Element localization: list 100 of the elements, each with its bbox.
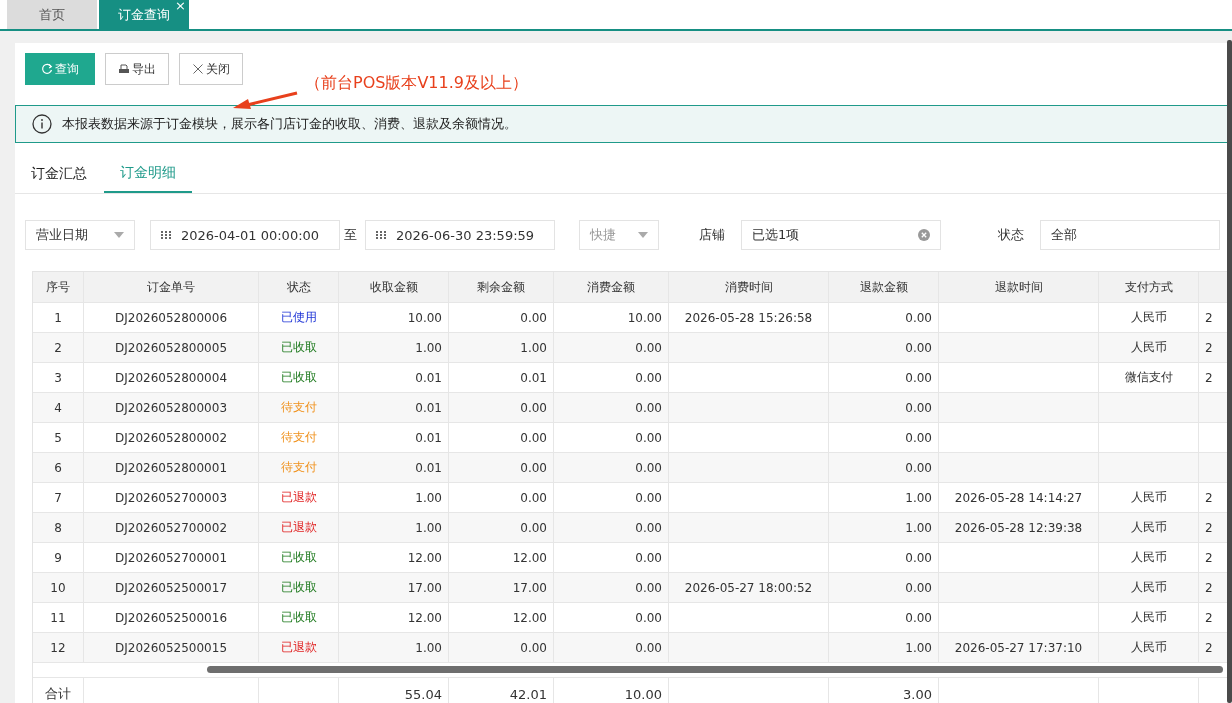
- annotation-arrow: [233, 91, 299, 111]
- export-button[interactable]: 导出: [105, 53, 169, 85]
- status-label: 状态: [998, 226, 1024, 244]
- close-icon: [192, 63, 204, 75]
- status-cell: 已收取: [259, 543, 339, 572]
- table-cell: 人民币: [1099, 543, 1199, 572]
- column-header: 退款金额: [829, 272, 939, 302]
- table-cell: DJ2026052800004: [84, 363, 259, 392]
- table-cell: 12.00: [339, 603, 449, 632]
- end-date-field[interactable]: 2026-06-30 23:59:59: [365, 220, 555, 250]
- report-tab[interactable]: 订金明细: [104, 155, 192, 193]
- table-cell: 9: [33, 543, 84, 572]
- status-cell: 已使用: [259, 303, 339, 332]
- table-cell: DJ2026052800002: [84, 423, 259, 452]
- table-cell: 1: [33, 303, 84, 332]
- column-header: 支付方式: [1099, 272, 1199, 302]
- status-cell: 已退款: [259, 483, 339, 512]
- column-header: 收取金额: [339, 272, 449, 302]
- status-cell: 待支付: [259, 393, 339, 422]
- table-cell: 0.00: [554, 423, 669, 452]
- printer-icon: [118, 63, 130, 75]
- total-cell: 42.01: [449, 678, 554, 703]
- table-cell: 1.00: [829, 513, 939, 542]
- table-cell: 12.00: [449, 543, 554, 572]
- table-cell: 1.00: [339, 483, 449, 512]
- close-button[interactable]: 关闭: [179, 53, 243, 85]
- table-cell: 6: [33, 453, 84, 482]
- range-separator: 至: [344, 226, 357, 244]
- table-cell: DJ2026052700002: [84, 513, 259, 542]
- store-select[interactable]: 已选1项: [741, 220, 941, 250]
- calendar-icon: [376, 230, 386, 240]
- info-icon: [32, 114, 52, 134]
- calendar-icon: [161, 230, 171, 240]
- annotation-note: （前台POS版本V11.9及以上）: [305, 73, 528, 94]
- table-cell: DJ2026052700003: [84, 483, 259, 512]
- table-cell: 0.00: [449, 303, 554, 332]
- table-cell: 人民币: [1099, 633, 1199, 662]
- horizontal-scrollbar[interactable]: [207, 666, 1223, 673]
- column-header: 消费时间: [669, 272, 829, 302]
- table-cell: 0.01: [339, 363, 449, 392]
- page-tab[interactable]: 订金查询 ×: [99, 0, 189, 29]
- table-cell: 11: [33, 603, 84, 632]
- table-cell: 4: [33, 393, 84, 422]
- table-cell: 1.00: [449, 333, 554, 362]
- column-header: 剩余金额: [449, 272, 554, 302]
- table-cell: 10.00: [554, 303, 669, 332]
- table-cell: 0.00: [829, 423, 939, 452]
- table-cell: 1.00: [339, 333, 449, 362]
- table-cell: 0.00: [829, 303, 939, 332]
- table-cell: 0.00: [449, 633, 554, 662]
- table-cell: 0.00: [554, 393, 669, 422]
- start-date-field[interactable]: 2026-04-01 00:00:00: [150, 220, 340, 250]
- table-cell: 人民币: [1099, 333, 1199, 362]
- table-cell: 2026-05-27 17:37:10: [939, 633, 1099, 662]
- table-cell: 0.00: [829, 453, 939, 482]
- table-cell: 人民币: [1099, 483, 1199, 512]
- status-select[interactable]: 全部: [1040, 220, 1220, 250]
- table-cell: 5: [33, 423, 84, 452]
- column-header: 状态: [259, 272, 339, 302]
- caret-icon: [114, 232, 124, 238]
- table-cell: 0.00: [449, 393, 554, 422]
- table-cell: 2026-05-27 18:00:52: [669, 573, 829, 602]
- status-cell: 已退款: [259, 633, 339, 662]
- column-header: 订金单号: [84, 272, 259, 302]
- total-label: 合计: [33, 678, 84, 703]
- table-cell: 0.00: [829, 543, 939, 572]
- table-cell: 12: [33, 633, 84, 662]
- table-cell: 8: [33, 513, 84, 542]
- store-label: 店铺: [699, 226, 725, 244]
- status-cell: 待支付: [259, 423, 339, 452]
- column-header: 退款时间: [939, 272, 1099, 302]
- table-cell: 人民币: [1099, 513, 1199, 542]
- page-tab[interactable]: 首页: [7, 0, 97, 29]
- table-cell: 0.00: [554, 573, 669, 602]
- table-cell: 3: [33, 363, 84, 392]
- notice-text: 本报表数据来源于订金模块，展示各门店订金的收取、消费、退款及余额情况。: [62, 115, 517, 133]
- table-cell: 0.00: [449, 423, 554, 452]
- table-cell: 0.00: [449, 513, 554, 542]
- close-icon[interactable]: ×: [175, 0, 186, 13]
- status-cell: 已收取: [259, 573, 339, 602]
- table-cell: DJ2026052500017: [84, 573, 259, 602]
- vertical-scrollbar[interactable]: [1227, 40, 1232, 703]
- table-cell: 0.00: [449, 483, 554, 512]
- table-cell: 2026-05-28 14:14:27: [939, 483, 1099, 512]
- table-cell: 0.00: [554, 633, 669, 662]
- table-cell: 12.00: [339, 543, 449, 572]
- table-cell: 0.00: [829, 333, 939, 362]
- table-cell: 17.00: [339, 573, 449, 602]
- total-cell: 3.00: [829, 678, 939, 703]
- table-cell: 7: [33, 483, 84, 512]
- table-cell: 0.01: [449, 363, 554, 392]
- column-header: 序号: [33, 272, 84, 302]
- table-cell: 0.00: [829, 393, 939, 422]
- refresh-icon: [41, 63, 53, 75]
- table-cell: 0.00: [554, 363, 669, 392]
- column-header: 消费金额: [554, 272, 669, 302]
- table-cell: DJ2026052500015: [84, 633, 259, 662]
- date-type-select[interactable]: 营业日期: [25, 220, 135, 250]
- table-cell: DJ2026052800003: [84, 393, 259, 422]
- report-tab[interactable]: 订金汇总: [18, 155, 100, 193]
